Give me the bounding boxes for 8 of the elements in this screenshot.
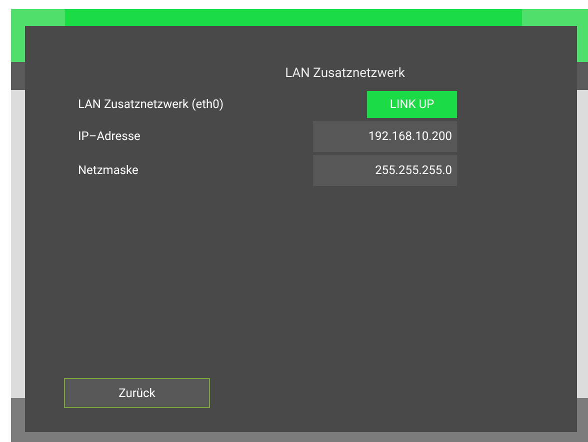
row-label: IP–Adresse bbox=[78, 128, 140, 145]
status-badge: LINK UP bbox=[367, 90, 457, 118]
dialog-title: LAN Zusatznetzwerk bbox=[284, 65, 405, 83]
value-field: 255.255.255.0 bbox=[313, 154, 457, 186]
back-button[interactable]: Zurück bbox=[64, 378, 210, 408]
row-label: LAN Zusatznetzwerk (eth0) bbox=[78, 96, 224, 113]
value-field: 192.168.10.200 bbox=[313, 120, 457, 152]
row-label: Netzmaske bbox=[78, 162, 138, 179]
